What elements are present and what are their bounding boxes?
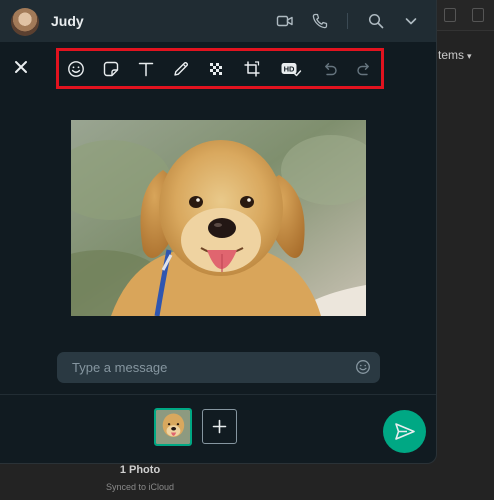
attachment-bar [0,394,436,463]
chat-media-editor-window: Judy HD Type a message [0,0,437,464]
emoji-icon[interactable] [67,60,85,78]
background-items-label: tems [438,48,465,62]
photo-preview [71,120,366,316]
blur-icon[interactable] [207,60,225,78]
background-window-icon [444,8,456,22]
hd-label: HD [284,65,295,74]
chevron-down-icon[interactable] [402,12,420,30]
send-button[interactable] [383,410,426,453]
crop-icon[interactable] [243,60,261,78]
search-icon[interactable] [367,12,385,30]
media-thumbnail[interactable] [154,408,192,446]
draw-icon[interactable] [172,60,190,78]
photo-count: 1 Photo [119,464,161,476]
message-input[interactable] [72,352,342,383]
voice-call-icon[interactable] [311,12,329,30]
text-icon[interactable] [137,60,155,78]
header-divider [347,13,348,29]
background-items-menu[interactable]: tems ▾ [436,44,478,66]
sync-status: Synced to iCloud [105,482,175,492]
sticker-icon[interactable] [102,60,120,78]
thumbnail-image [156,410,190,444]
message-box [57,352,380,383]
editor-toolbar: HD [56,48,384,89]
avatar[interactable] [11,8,39,36]
chat-header: Judy [0,0,436,42]
undo-icon[interactable] [321,60,339,78]
redo-icon[interactable] [355,60,373,78]
send-icon [395,423,415,440]
add-media-button[interactable] [202,409,237,444]
emoji-icon[interactable] [355,359,371,375]
chevron-down-icon: ▾ [467,51,472,61]
hd-quality-icon[interactable]: HD [280,60,302,78]
close-icon[interactable] [12,58,30,76]
plus-icon [212,419,227,434]
background-share-icon [472,8,484,22]
contact-name[interactable]: Judy [51,13,84,29]
video-call-icon[interactable] [276,12,294,30]
